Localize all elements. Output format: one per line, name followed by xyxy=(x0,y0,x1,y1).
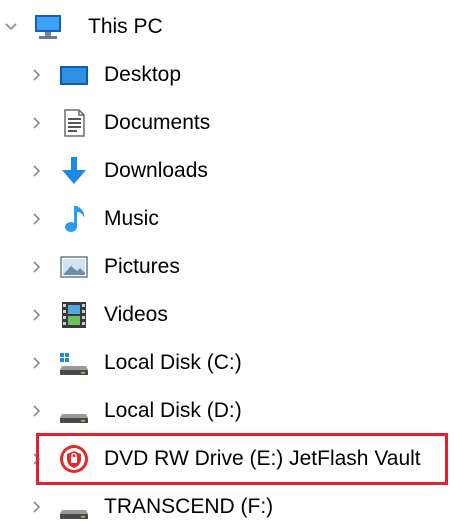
chevron-right-icon[interactable] xyxy=(30,116,44,130)
chevron-right-icon[interactable] xyxy=(30,260,44,274)
tree-item-pictures[interactable]: Pictures xyxy=(0,243,454,291)
tree-item-local-disk-d[interactable]: Local Disk (D:) xyxy=(0,387,454,435)
computer-icon xyxy=(32,11,64,43)
tree-item-label: Local Disk (D:) xyxy=(104,399,242,422)
tree-item-downloads[interactable]: Downloads xyxy=(0,147,454,195)
chevron-down-icon[interactable] xyxy=(4,20,18,34)
tree-item-label: Local Disk (C:) xyxy=(104,351,242,374)
tree-item-label: Downloads xyxy=(104,159,208,182)
documents-icon xyxy=(58,107,90,139)
chevron-right-icon[interactable] xyxy=(30,404,44,418)
pictures-icon xyxy=(58,251,90,283)
tree-item-this-pc[interactable]: This PC xyxy=(0,3,454,51)
system-drive-icon xyxy=(58,347,90,379)
tree-item-music[interactable]: Music xyxy=(0,195,454,243)
downloads-icon xyxy=(58,155,90,187)
tree-item-label: Music xyxy=(104,207,159,230)
tree-item-label: This PC xyxy=(88,15,163,38)
jetflash-vault-icon xyxy=(58,443,90,475)
chevron-right-icon[interactable] xyxy=(30,212,44,226)
tree-item-label: DVD RW Drive (E:) JetFlash Vault xyxy=(104,447,421,470)
tree-item-videos[interactable]: Videos xyxy=(0,291,454,339)
chevron-right-icon[interactable] xyxy=(30,356,44,370)
desktop-icon xyxy=(58,59,90,91)
tree-item-local-disk-c[interactable]: Local Disk (C:) xyxy=(0,339,454,387)
chevron-right-icon[interactable] xyxy=(30,500,44,514)
chevron-right-icon[interactable] xyxy=(30,164,44,178)
tree-item-label: Pictures xyxy=(104,255,180,278)
chevron-right-icon[interactable] xyxy=(30,68,44,82)
navigation-tree: This PC Desktop Documents Downloads Musi… xyxy=(0,0,454,521)
tree-item-dvd-rw-drive-e[interactable]: DVD RW Drive (E:) JetFlash Vault xyxy=(0,435,454,483)
videos-icon xyxy=(58,299,90,331)
drive-icon xyxy=(58,395,90,427)
chevron-right-icon[interactable] xyxy=(30,308,44,322)
tree-item-label: Documents xyxy=(104,111,211,134)
tree-item-label: TRANSCEND (F:) xyxy=(104,495,274,518)
tree-item-desktop[interactable]: Desktop xyxy=(0,51,454,99)
tree-item-transcend-f[interactable]: TRANSCEND (F:) xyxy=(0,483,454,521)
music-icon xyxy=(58,203,90,235)
drive-icon xyxy=(58,491,90,521)
chevron-right-icon[interactable] xyxy=(30,452,44,466)
tree-item-label: Desktop xyxy=(104,63,182,86)
tree-item-label: Videos xyxy=(104,303,168,326)
tree-item-documents[interactable]: Documents xyxy=(0,99,454,147)
